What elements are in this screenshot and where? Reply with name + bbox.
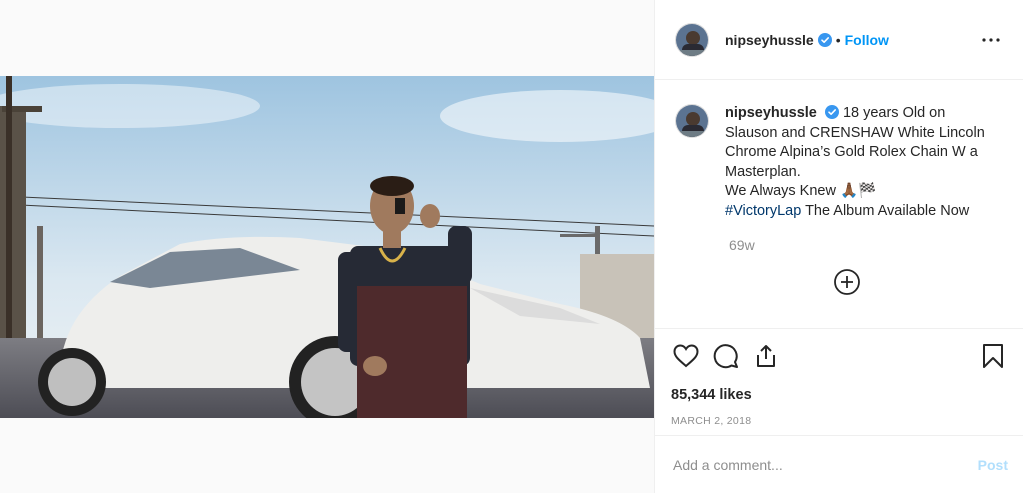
post-date[interactable]: March 2, 2018 <box>671 415 1008 427</box>
share-button[interactable] <box>751 341 781 371</box>
photo-illustration <box>0 76 654 418</box>
plus-circle-icon <box>834 269 860 295</box>
caption-line-4: Masterplan. <box>725 163 801 180</box>
save-button[interactable] <box>978 341 1008 371</box>
more-options-icon <box>982 37 1000 42</box>
separator-dot: • <box>835 31 841 48</box>
post-comment-button[interactable]: Post <box>978 457 1008 473</box>
media-pane <box>0 0 654 493</box>
caption-avatar[interactable] <box>675 104 709 138</box>
heart-icon <box>673 344 699 368</box>
caption-line-6: The Album Available Now <box>801 202 970 219</box>
caption-timestamp[interactable]: 69w <box>729 237 1004 253</box>
verified-badge-icon <box>817 32 832 47</box>
comment-bubble-icon <box>713 344 738 369</box>
load-more-comments-button[interactable] <box>833 268 861 296</box>
verified-badge-icon <box>824 105 839 119</box>
avatar-image <box>676 105 708 137</box>
post-sidebar: nipseyhussle • Follow nipseyhussle 18 ye… <box>654 0 1023 493</box>
add-comment-form: Post <box>655 435 1023 493</box>
caption-text: nipseyhussle 18 years Old on Slauson and… <box>725 104 1004 221</box>
avatar-image <box>676 23 708 56</box>
caption-line-5: We Always Knew 🙏🏾🏁 <box>725 183 877 199</box>
caption-section: nipseyhussle 18 years Old on Slauson and… <box>655 80 1023 328</box>
caption: nipseyhussle 18 years Old on Slauson and… <box>675 104 1004 221</box>
post-header: nipseyhussle • Follow <box>655 0 1023 80</box>
comment-input[interactable] <box>673 456 978 473</box>
hashtag-link[interactable]: #VictoryLap <box>725 203 801 219</box>
more-options-button[interactable] <box>979 28 1003 52</box>
caption-line-1: 18 years Old on <box>842 105 946 121</box>
post-photo[interactable] <box>0 76 654 418</box>
username-link[interactable]: nipseyhussle <box>725 32 814 48</box>
caption-username[interactable]: nipseyhussle <box>725 105 817 121</box>
action-icons-row <box>671 341 1008 371</box>
follow-button[interactable]: Follow <box>845 32 889 48</box>
like-button[interactable] <box>671 341 701 371</box>
likes-count[interactable]: 85,344 likes <box>671 387 1008 403</box>
caption-line-3: Chrome Alpina’s Gold Rolex Chain W a <box>725 144 978 160</box>
share-icon <box>757 345 775 367</box>
bookmark-icon <box>983 344 1003 368</box>
comment-button[interactable] <box>711 341 741 371</box>
avatar[interactable] <box>675 22 709 57</box>
caption-line-2: Slauson and CRENSHAW White Lincoln <box>725 124 985 141</box>
post-actions: 85,344 likes March 2, 2018 <box>655 328 1023 427</box>
